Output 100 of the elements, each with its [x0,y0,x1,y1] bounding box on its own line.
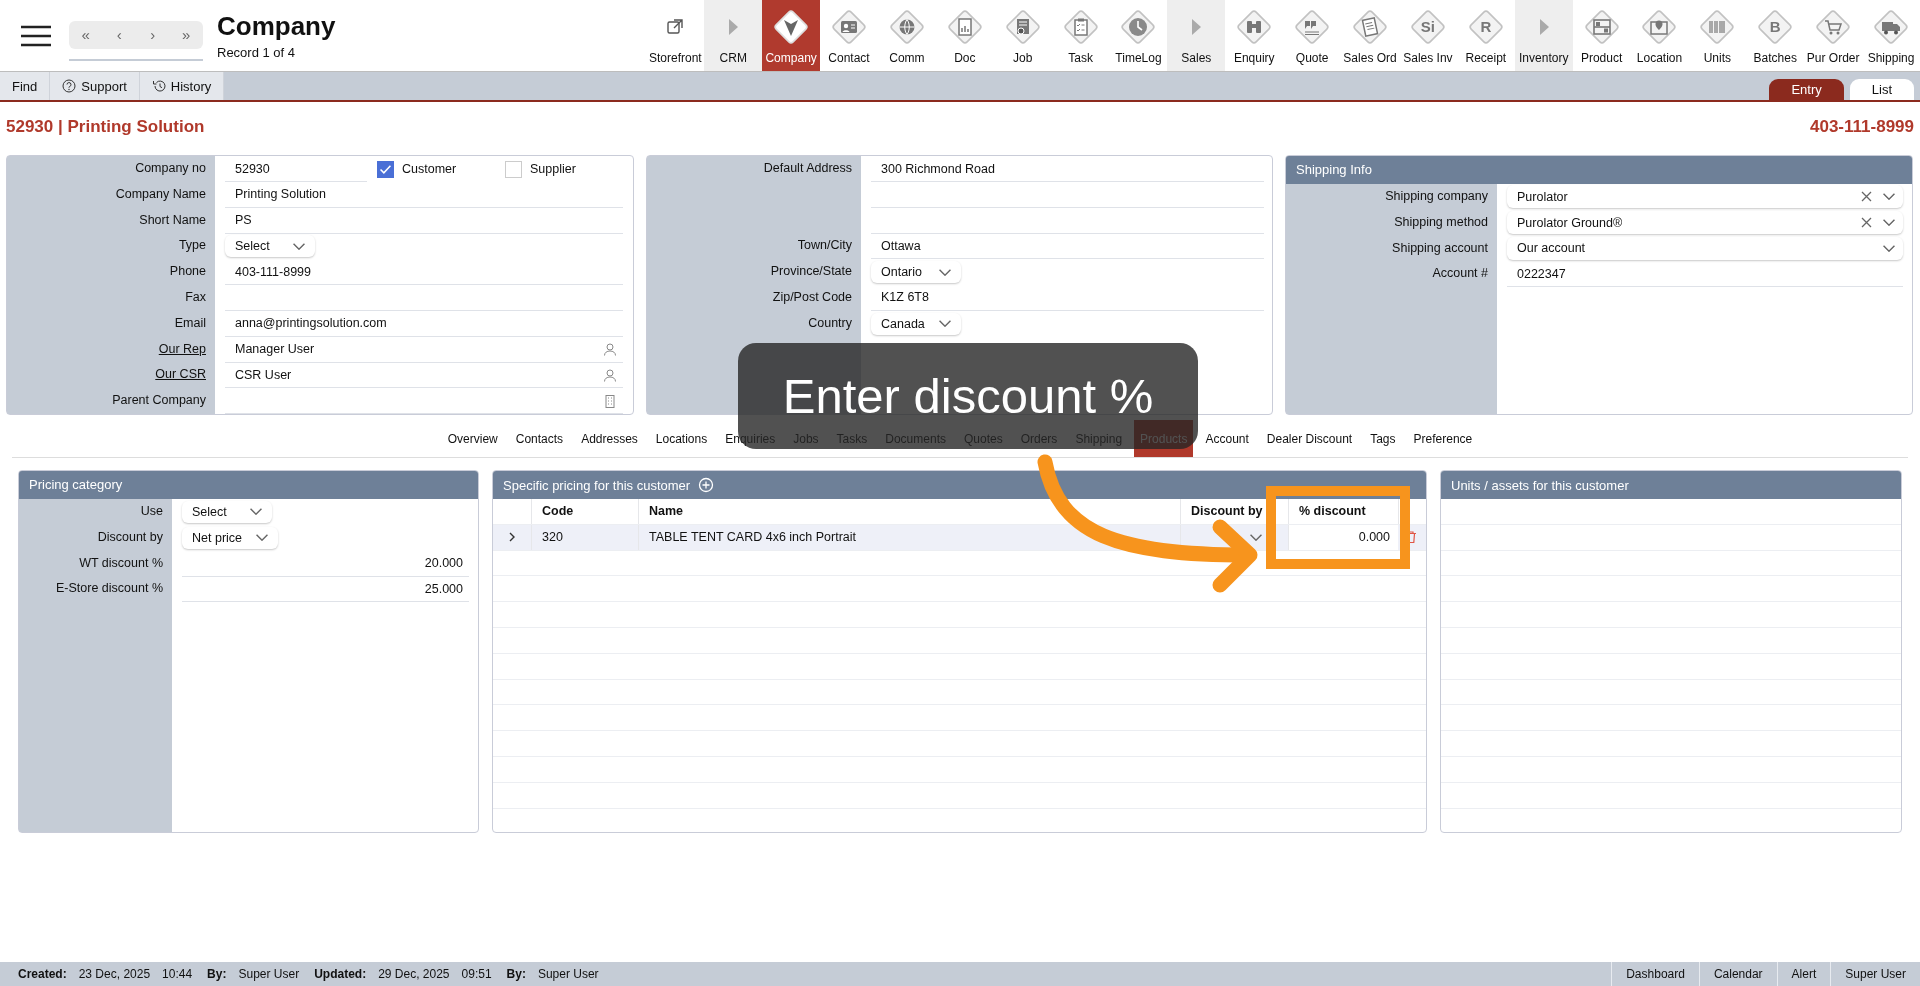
module-button[interactable]: Company [762,0,821,71]
select-dropdown[interactable]: Select [182,500,272,523]
field-label: Account # [1432,266,1488,281]
footer-link[interactable]: Calendar [1698,962,1777,986]
text-field[interactable]: CSR User [225,362,623,389]
discount-input[interactable]: 0.000 [1288,524,1398,550]
chevron-down-icon [939,320,951,328]
chevron-down-icon [1883,219,1895,227]
field-label: Company no [135,161,206,175]
toolbar-button[interactable]: Find [0,72,51,100]
nav-button[interactable]: › [136,20,170,49]
toolbar-button[interactable]: History [139,72,225,100]
field-label: Country [808,315,852,330]
section-tab[interactable]: Addresses [575,420,644,457]
column-header: Code [531,499,638,524]
select-dropdown[interactable]: Our account [1507,237,1903,260]
section-tab[interactable]: Contacts [509,420,570,457]
select-dropdown[interactable] [1250,533,1262,541]
select-dropdown[interactable]: Canada [871,312,961,335]
footer-link[interactable]: Alert [1776,962,1831,986]
audit-label: Updated: [314,967,367,981]
record-counter: Record 1 of 4 [217,45,297,60]
text-field[interactable]: 0222347 [1507,261,1903,288]
text-field[interactable]: Manager User [225,336,623,363]
column-header: Name [638,499,1180,524]
view-tab[interactable]: Entry [1769,79,1844,100]
audit-value: 10:44 [162,967,193,981]
page-title: Company [217,11,336,42]
module-button[interactable]: CRM [704,0,763,71]
person-icon [603,367,617,382]
field-label: WT discount % [79,555,163,570]
module-button[interactable]: Sales [1167,0,1226,71]
history-icon [151,79,166,93]
chevron-down-icon [1883,245,1895,252]
text-field[interactable]: 25.000 [182,576,469,603]
triangle-right-icon [1539,19,1549,35]
audit-value: 09:51 [461,967,492,981]
field-label: Use [140,504,163,518]
field-label: Province/State [770,264,852,279]
section-tab[interactable]: Preference [1407,420,1479,457]
field-label: Parent Company [112,393,206,408]
triangle-right-icon [1192,19,1202,35]
footer-link[interactable]: Dashboard [1611,962,1699,986]
text-field[interactable]: 52930 [225,156,367,182]
module-button[interactable]: Inventory [1514,0,1573,71]
section-tab[interactable]: Account [1199,420,1255,457]
field-label: Phone [169,264,206,279]
text-field[interactable]: Printing Solution [225,181,623,208]
field-label: Zip/Post Code [772,290,852,304]
panel-header: Pricing category [19,471,478,499]
footer-link[interactable]: Super User [1830,962,1920,986]
text-field[interactable]: Ottawa [871,233,1264,260]
clear-icon [1860,216,1873,230]
audit-value: Super User [537,967,599,981]
nav-button[interactable]: « [69,20,103,49]
text-field[interactable]: 403-111-8999 [225,259,623,286]
chevron-down-icon [1250,533,1262,541]
section-tab[interactable]: Dealer Discount [1260,420,1359,457]
field-label: Discount by [97,529,163,544]
audit-value: 29 Dec, 2025 [378,967,450,981]
select-dropdown[interactable]: Purolator Ground® [1507,211,1903,235]
view-tab[interactable]: List [1849,79,1914,100]
audit-label: Created: [18,967,67,981]
audit-label: By: [207,967,227,981]
section-tab[interactable]: Locations [649,420,714,457]
select-dropdown[interactable]: Net price [182,526,279,549]
text-field[interactable]: 20.000 [182,550,469,577]
nav-button[interactable]: » [169,20,203,49]
triangle-right-icon [729,19,739,35]
section-tab[interactable]: Overview [441,420,504,457]
checkbox[interactable] [377,160,394,178]
panel-header: Shipping Info [1286,156,1912,184]
field-label: Company Name [115,186,206,201]
text-field[interactable]: anna@printingsolution.com [225,310,623,337]
chevron-down-icon [250,508,262,516]
field-label-link[interactable]: Our Rep [158,341,206,356]
select-dropdown[interactable]: Purolator [1507,185,1903,209]
audit-value: 23 Dec, 2025 [78,967,151,981]
text-field[interactable]: PS [225,207,623,234]
toolbar-button[interactable]: Support [50,72,140,100]
table-cell: TABLE TENT CARD 4x6 inch Portrait [638,524,1180,550]
checkbox-label: Supplier [530,162,576,176]
panel-header: Units / assets for this customer [1441,471,1901,499]
checkbox[interactable] [505,160,522,178]
nav-button[interactable]: ‹ [102,20,136,49]
select-dropdown[interactable]: Select [225,235,315,258]
person-icon [603,342,617,357]
section-tab[interactable]: Tags [1364,420,1402,457]
checkbox-label: Customer [402,162,457,176]
field-label-link[interactable]: Our CSR [155,367,206,382]
select-dropdown[interactable]: Ontario [871,261,961,284]
field-label: Fax [185,290,206,304]
record-heading: 52930 | Printing Solution [6,117,205,137]
add-circle-icon [698,477,715,493]
menu-icon[interactable] [20,24,52,47]
field-label: Type [178,238,206,253]
building-icon [603,393,617,408]
text-field[interactable]: 300 Richmond Road [871,156,1264,182]
text-field[interactable]: K1Z 6T8 [871,285,1264,311]
field-label: Short Name [139,212,206,227]
